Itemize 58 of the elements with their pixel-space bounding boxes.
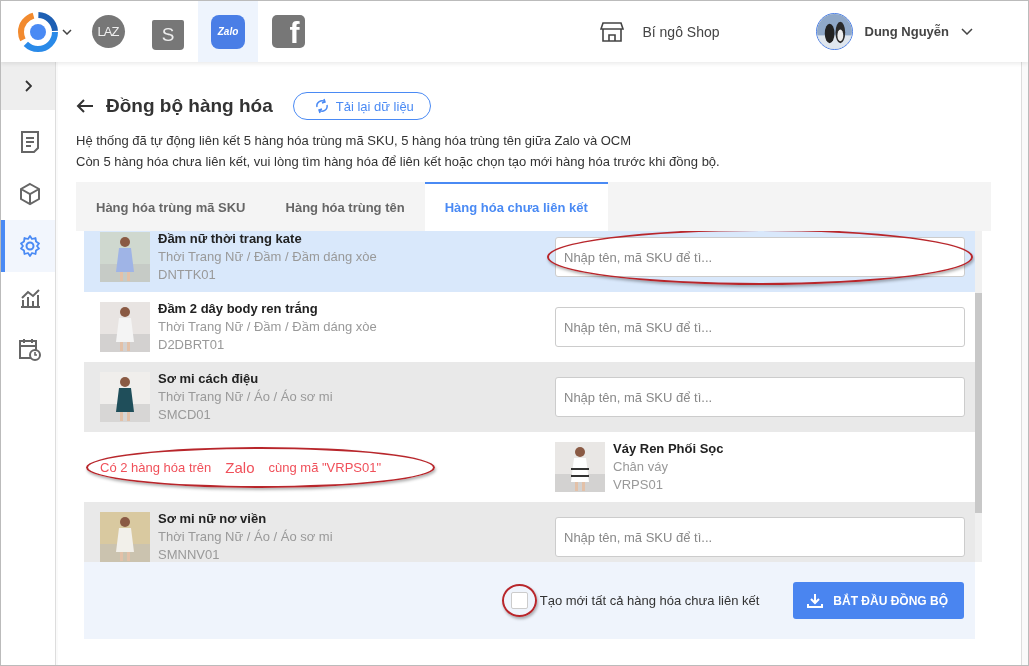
store-icon [600, 21, 625, 42]
tab[interactable]: Hàng hóa trùng tên [265, 182, 425, 231]
box-icon [18, 182, 42, 206]
search-field[interactable]: Nhập tên, mã SKU để tì... [555, 517, 965, 557]
tab[interactable]: Hàng hóa chưa liên kết [424, 182, 608, 231]
info-text: Còn 5 hàng hóa chưa liên kết, vui lòng tìm hàng hóa để liên kết hoặc chọn tạo mới hàng hóa trước khi đồng bộ. [76, 153, 721, 171]
document-icon [19, 130, 41, 154]
tab[interactable]: Hàng hóa trùng mã SKU [76, 182, 266, 231]
product-row[interactable]: Sơ mi cách điệu Thời Trang Nữ / Áo / Áo sơ mi SMCD01 Nhập tên, mã SKU để tì... [84, 362, 975, 432]
facebook-channel[interactable]: f [258, 1, 318, 62]
info-text: Hệ thống đã tự động liên kết 5 hàng hóa trùng mã SKU, 5 hàng hóa trùng tên giữa Zalo và OCM [76, 132, 633, 150]
reload-button[interactable]: Tải lại dữ liệu [292, 92, 431, 120]
product-category: Chân váy [613, 458, 669, 476]
warning-text: cùng mã "VRPS01" [268, 459, 382, 475]
shop-name: Bí ngô Shop [642, 23, 720, 40]
product-row[interactable]: Đầm 2 dây body ren trắng Thời Trang Nữ / Đầm / Đầm dáng xòe D2DBRT01 Nhập tên, mã SKU để tì... [84, 292, 975, 362]
refresh-icon [313, 98, 330, 114]
product-category: Thời Trang Nữ / Đầm / Đầm dáng xòe [158, 248, 377, 266]
calendar-clock-icon [18, 338, 42, 362]
product-sku: SMNNV01 [158, 546, 221, 562]
product-sku: D2DBRT01 [158, 336, 226, 354]
product-category: Thời Trang Nữ / Áo / Áo sơ mi [158, 528, 333, 546]
product-name: Đầm nữ thời trang kate [158, 231, 303, 248]
product-row[interactable]: Sơ mi nữ nơ viền Thời Trang Nữ / Áo / Áo sơ mi SMNNV01 Nhập tên, mã SKU để tì... [84, 502, 975, 562]
sidebar-item[interactable] [1, 220, 55, 272]
chevron-right-icon[interactable] [24, 80, 32, 92]
back-arrow-icon[interactable] [76, 99, 94, 113]
chart-icon [18, 286, 42, 310]
product-name: Sơ mi nữ nơ viền [158, 510, 268, 528]
product-row[interactable]: Có 2 hàng hóa trên Zalo cùng mã "VRPS01" Váy Ren Phối Sọc Chân váy VRPS01 [84, 432, 975, 502]
search-field[interactable]: Nhập tên, mã SKU để tì... [555, 307, 965, 347]
product-category: Thời Trang Nữ / Áo / Áo sơ mi [158, 388, 333, 406]
product-category: Thời Trang Nữ / Đầm / Đầm dáng xòe [158, 318, 377, 336]
warning-text: Có 2 hàng hóa trên [100, 459, 212, 475]
lazada-channel[interactable]: LAZ [78, 1, 138, 62]
product-sku: VRPS01 [613, 476, 664, 494]
checkbox[interactable] [510, 592, 528, 609]
start-sync-button[interactable]: BẮT ĐẦU ĐỒNG BỘ [793, 582, 964, 619]
product-sku: SMCD01 [158, 406, 212, 424]
download-icon [807, 592, 824, 609]
product-name: Váy Ren Phối Sọc [613, 440, 724, 458]
user-name[interactable]: Dung Nguyễn [864, 24, 949, 39]
caret-icon[interactable] [62, 28, 72, 35]
product-name: Đầm 2 dây body ren trắng [158, 300, 319, 318]
chevron-down-icon[interactable] [961, 28, 973, 35]
product-row[interactable]: Đầm nữ thời trang kate Thời Trang Nữ / Đầm / Đầm dáng xòe DNTTK01 Nhập tên, mã SKU để tì... [84, 231, 975, 292]
product-sku: DNTTK01 [158, 266, 217, 284]
shopee-channel[interactable]: S [138, 1, 198, 62]
settings-icon [18, 234, 42, 258]
checkbox-label[interactable]: Tạo mới tất cả hàng hóa chưa liên kết [539, 593, 760, 608]
product-name: Sơ mi cách điệu [158, 370, 260, 388]
search-field[interactable]: Nhập tên, mã SKU để tì... [555, 377, 965, 417]
scrollbar[interactable] [975, 231, 982, 562]
page-title: Đồng bộ hàng hóa [106, 95, 273, 117]
app-logo[interactable] [18, 11, 58, 52]
warning-channel: Zalo [225, 458, 255, 476]
zalo-channel[interactable]: Zalo [198, 1, 258, 62]
search-field[interactable]: Nhập tên, mã SKU để tì... [555, 237, 965, 277]
